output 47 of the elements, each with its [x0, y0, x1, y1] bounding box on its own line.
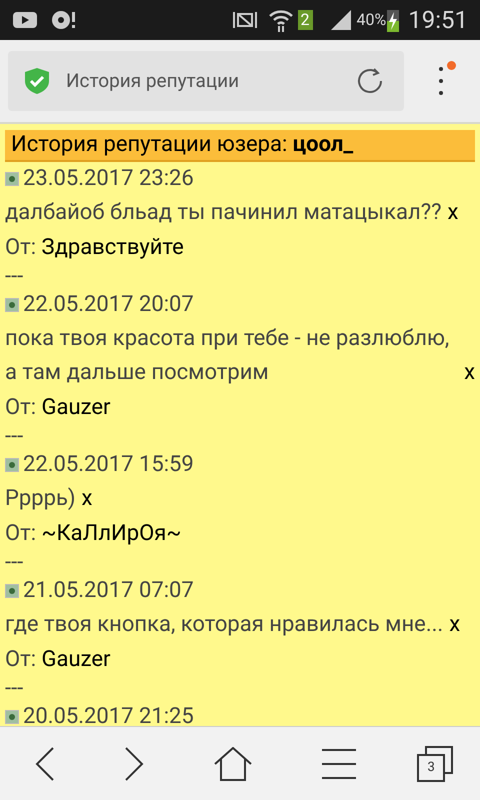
plus-icon	[5, 458, 19, 472]
from-label: От:	[5, 521, 36, 546]
heading: История репутации юзера: цоол_	[11, 132, 354, 157]
more-icon	[438, 65, 444, 97]
entry-message: Ррррь)	[5, 485, 76, 513]
entry-message: где твоя кнопка, которая нравилась мне...	[5, 611, 444, 639]
plus-icon	[5, 172, 19, 186]
entry-date: 21.05.2017 07:07	[23, 577, 194, 605]
delete-link[interactable]: x	[449, 608, 460, 642]
video-icon	[12, 10, 38, 30]
forward-icon	[124, 746, 144, 782]
delete-link[interactable]: x	[82, 482, 92, 516]
menu-icon	[322, 748, 356, 780]
entry-date: 20.05.2017 21:25	[23, 703, 194, 726]
plus-icon	[5, 584, 19, 598]
separator-text: ---	[5, 266, 24, 288]
address-bar[interactable]: История репутации	[8, 51, 404, 111]
signal-icon	[328, 8, 353, 32]
plus-icon	[5, 710, 19, 724]
sim-badge: 2	[298, 10, 313, 30]
entry-date: 22.05.2017 15:59	[23, 451, 194, 479]
wifi-icon	[268, 8, 294, 32]
author-link[interactable]: Gauzer	[42, 647, 110, 672]
delete-link[interactable]: x	[464, 356, 475, 390]
home-icon	[214, 746, 252, 780]
disc-icon	[50, 9, 76, 31]
author-link[interactable]: Gauzer	[42, 395, 110, 420]
delete-link[interactable]: x	[448, 196, 458, 230]
separator-text: ---	[5, 426, 24, 448]
plus-icon	[5, 298, 19, 312]
battery-percent: 40%	[356, 9, 386, 31]
back-icon	[34, 746, 55, 782]
separator-text: ---	[5, 678, 24, 700]
entry-date: 23.05.2017 23:26	[23, 165, 194, 193]
author-link[interactable]: Здравствуйте	[42, 235, 184, 260]
from-label: От:	[5, 395, 36, 420]
entry-message: пока твоя красота при тебе - не разлюблю, а там дальше посмотрим	[5, 325, 450, 387]
shield-check-icon	[24, 67, 50, 95]
author-link[interactable]: ~КаЛлИрОя~	[42, 521, 182, 546]
from-label: От:	[5, 647, 36, 672]
separator-text: ---	[5, 552, 24, 574]
clock: 19:51	[408, 5, 468, 36]
page-title: История репутации	[66, 68, 240, 94]
entry-date: 22.05.2017 20:07	[23, 291, 194, 319]
from-label: От:	[5, 235, 36, 260]
battery-charging-icon	[386, 7, 400, 33]
entry-message: далбайоб бльад ты пачинил матацыкал??	[5, 199, 442, 227]
